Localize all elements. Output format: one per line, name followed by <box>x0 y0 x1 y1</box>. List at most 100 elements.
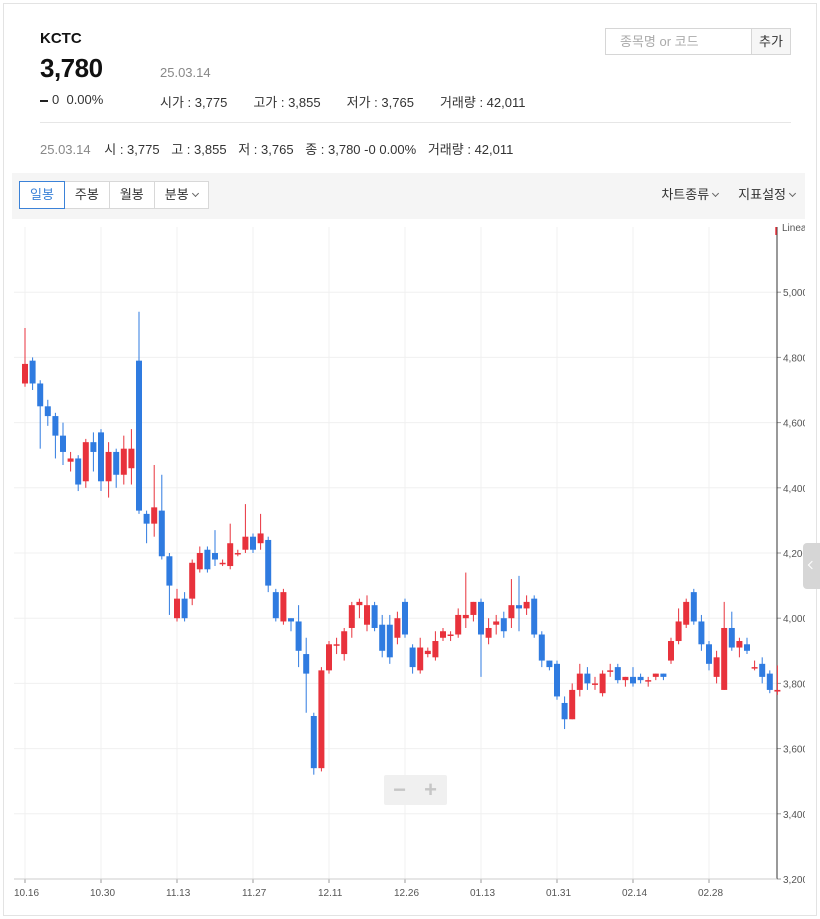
candle-body <box>554 663 560 697</box>
candle-body <box>637 676 644 681</box>
indicator-settings-dropdown[interactable]: 지표설정 <box>738 181 797 209</box>
candle-body <box>82 442 89 482</box>
candle-body <box>212 553 218 560</box>
tab-minute[interactable]: 분봉 <box>153 181 209 209</box>
current-price: 3,780 <box>40 53 103 83</box>
chart-toolbar: 일봉 주봉 월봉 분봉 차트종류 지표설정 <box>12 173 805 219</box>
candle-body <box>98 432 104 482</box>
candle-body <box>417 647 424 671</box>
candle-body <box>402 601 408 635</box>
candle-body <box>660 673 667 677</box>
candle-body <box>508 605 515 619</box>
candle-body <box>424 650 431 655</box>
candle-body <box>447 634 454 636</box>
candle-body <box>52 416 59 436</box>
x-tick-label: 11.13 <box>166 888 191 899</box>
summary-date: 25.03.14 <box>40 142 91 157</box>
candle-body <box>744 644 750 651</box>
add-button[interactable]: 추가 <box>751 29 790 54</box>
side-panel-toggle[interactable] <box>803 543 820 589</box>
candle-body <box>485 627 492 638</box>
candle-body <box>67 458 74 462</box>
candle-body <box>440 631 446 638</box>
y-tick-label: 3,800 <box>783 679 805 690</box>
zoom-in-button[interactable]: + <box>415 775 446 805</box>
candlestick-chart[interactable]: 5,000 4,800 4,600 4,400 4,200 4,000 3,800 3,600… <box>12 219 805 909</box>
candle-body <box>630 676 636 684</box>
search-input[interactable] <box>606 29 751 54</box>
divider <box>40 122 791 123</box>
price-change: 0 0.00% <box>40 92 103 107</box>
candle-body <box>242 536 249 550</box>
candle-body <box>371 605 378 628</box>
zoom-out-button[interactable]: − <box>384 775 415 805</box>
candle-body <box>303 654 310 674</box>
tab-monthly[interactable]: 월봉 <box>108 181 155 209</box>
candle-body <box>196 553 203 570</box>
chart-type-dropdown[interactable]: 차트종류 <box>661 181 720 209</box>
candle-body <box>227 543 234 567</box>
chevron-left-icon <box>807 560 817 570</box>
candle-body <box>143 513 150 524</box>
stock-search: 추가 <box>605 28 791 55</box>
candle-body <box>516 605 522 609</box>
candle-body <box>318 670 325 769</box>
y-tick-label: 3,200 <box>783 875 805 886</box>
candle-body <box>120 448 127 475</box>
candle-body <box>766 673 773 690</box>
tab-daily[interactable]: 일봉 <box>19 181 65 209</box>
candle-body <box>569 689 576 720</box>
candle-body <box>174 598 180 619</box>
candle-body <box>189 562 196 599</box>
candle-body <box>409 647 416 668</box>
candle-body <box>531 598 538 635</box>
chart-canvas[interactable]: 5,000 4,800 4,600 4,400 4,200 4,000 3,800 3,600… <box>12 219 805 909</box>
ohlc-summary: 25.03.14 시 : 3,775 고 : 3,855 저 : 3,765 종… <box>40 142 514 157</box>
x-tick-label: 02.14 <box>622 888 647 899</box>
stat-high: 고가 : 3,855 <box>253 95 321 110</box>
tab-weekly[interactable]: 주봉 <box>63 181 110 209</box>
candle-body <box>683 601 690 625</box>
candle-body <box>645 680 652 682</box>
y-tick-label: 4,200 <box>783 549 805 560</box>
candle-body <box>356 601 363 606</box>
candle-body <box>234 553 241 555</box>
candle-body <box>614 667 621 681</box>
candle-body <box>280 592 287 622</box>
candle-body <box>90 442 97 452</box>
change-pct: 0.00% <box>66 92 104 107</box>
candle-body <box>250 536 256 550</box>
x-tick-label: 12.11 <box>318 888 343 899</box>
candle-body <box>592 683 598 685</box>
candle-body <box>652 673 659 677</box>
candle-body <box>774 689 781 692</box>
candle-body <box>348 605 355 628</box>
x-tick-label: 02.28 <box>698 888 723 899</box>
candle-body <box>204 549 211 570</box>
candle-body <box>721 627 728 690</box>
candle-body <box>29 360 36 384</box>
candle-body <box>181 598 188 619</box>
candle-body <box>546 660 553 668</box>
candle-body <box>668 641 674 661</box>
x-tick-label: 10.30 <box>90 888 115 899</box>
candle-body <box>607 670 614 672</box>
ticker-name: KCTC <box>40 30 82 47</box>
x-tick-label: 12.26 <box>394 888 419 899</box>
candle-body <box>523 601 530 609</box>
scale-label: Linear <box>782 223 805 234</box>
candle-body <box>128 448 135 469</box>
y-tick-label: 4,400 <box>783 484 805 495</box>
change-value: 0 <box>52 92 60 107</box>
y-tick-label: 4,600 <box>783 419 805 430</box>
stat-low: 저가 : 3,765 <box>346 95 414 110</box>
chart-tools: 차트종류 지표설정 <box>661 181 805 209</box>
quote-stats: 시가 : 3,775 고가 : 3,855 저가 : 3,765 거래량 : 4… <box>160 92 525 111</box>
candle-body <box>538 634 545 661</box>
candle-body <box>759 663 766 677</box>
candle-body <box>166 556 173 586</box>
candle-body <box>455 614 462 635</box>
chevron-down-icon <box>191 189 199 198</box>
candle-body <box>75 458 82 485</box>
zoom-controls: − + <box>384 775 447 805</box>
